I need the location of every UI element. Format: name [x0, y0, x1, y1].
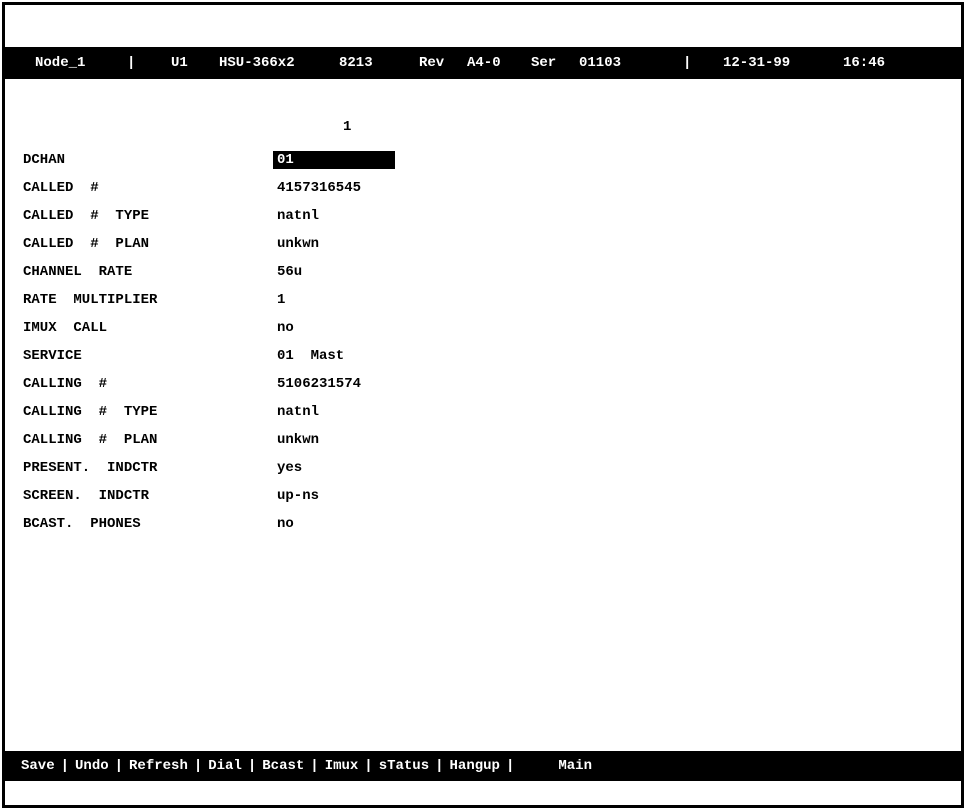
- table-row[interactable]: SCREEN. INDCTR up-ns: [23, 487, 923, 515]
- field-value[interactable]: natnl: [273, 207, 323, 225]
- field-label: PRESENT. INDCTR: [23, 460, 158, 476]
- field-value[interactable]: 5106231574: [273, 375, 365, 393]
- menu-separator: |: [114, 758, 124, 774]
- field-label: RATE MULTIPLIER: [23, 292, 158, 308]
- field-value[interactable]: 56u: [273, 263, 306, 281]
- field-value[interactable]: 01 Mast: [273, 347, 348, 365]
- field-label: SERVICE: [23, 348, 82, 364]
- field-value[interactable]: unkwn: [273, 431, 323, 449]
- menu-separator: |: [60, 758, 70, 774]
- table-row[interactable]: PRESENT. INDCTR yes: [23, 459, 923, 487]
- table-row[interactable]: CALLED # 4157316545: [23, 179, 923, 207]
- rev-label: Rev: [419, 55, 445, 71]
- menu-item-status[interactable]: sTatus: [379, 758, 429, 774]
- table-row[interactable]: CALLED # TYPE natnl: [23, 207, 923, 235]
- header-date: 12-31-99: [723, 55, 791, 71]
- header-time: 16:46: [843, 55, 886, 71]
- slot-id: U1: [171, 55, 188, 71]
- table-row[interactable]: CALLED # PLAN unkwn: [23, 235, 923, 263]
- field-label: BCAST. PHONES: [23, 516, 141, 532]
- field-value[interactable]: natnl: [273, 403, 323, 421]
- field-value[interactable]: no: [273, 319, 298, 337]
- serial-number: 01103: [579, 55, 622, 71]
- field-value[interactable]: yes: [273, 459, 306, 477]
- menu-separator: |: [505, 758, 515, 774]
- menu-item-undo[interactable]: Undo: [75, 758, 109, 774]
- menu-item-dial[interactable]: Dial: [208, 758, 242, 774]
- table-row[interactable]: CALLING # TYPE natnl: [23, 403, 923, 431]
- command-menu: Save | Undo | Refresh | Dial | Bcast | Imux | sTatus…: [21, 758, 592, 774]
- table-row[interactable]: IMUX CALL no: [23, 319, 923, 347]
- parameter-table: DCHAN 01 CALLED # 4157316545 CALLED # TYPE na…: [23, 151, 923, 543]
- menu-item-bcast[interactable]: Bcast: [262, 758, 304, 774]
- field-label: IMUX CALL: [23, 320, 108, 336]
- menu-item-save[interactable]: Save: [21, 758, 55, 774]
- menu-separator: |: [193, 758, 203, 774]
- field-label: CALLING #: [23, 376, 108, 392]
- table-row[interactable]: BCAST. PHONES no: [23, 515, 923, 543]
- field-label: SCREEN. INDCTR: [23, 488, 150, 504]
- terminal-screen: Node_1 | U1 HSU-366x2 8213 Rev A4-0 Ser …: [2, 2, 964, 808]
- table-row[interactable]: CALLING # PLAN unkwn: [23, 431, 923, 459]
- menu-item-refresh[interactable]: Refresh: [129, 758, 188, 774]
- field-value[interactable]: 1: [273, 291, 289, 309]
- field-label: CHANNEL RATE: [23, 264, 133, 280]
- menu-separator: |: [435, 758, 444, 774]
- field-label: CALLED #: [23, 180, 99, 196]
- card-type: HSU-366x2: [219, 55, 295, 71]
- node-name: Node_1: [35, 55, 86, 71]
- table-row[interactable]: CHANNEL RATE 56u: [23, 263, 923, 291]
- table-row[interactable]: CALLING # 5106231574: [23, 375, 923, 403]
- field-value[interactable]: 4157316545: [273, 179, 365, 197]
- field-value[interactable]: unkwn: [273, 235, 323, 253]
- menu-separator: |: [247, 758, 257, 774]
- column-header-1: 1: [343, 119, 352, 135]
- field-value[interactable]: no: [273, 515, 298, 533]
- header-separator: |: [127, 55, 136, 71]
- serial-label: Ser: [531, 55, 557, 71]
- field-label: CALLING # TYPE: [23, 404, 158, 420]
- field-label: CALLED # TYPE: [23, 208, 150, 224]
- table-row[interactable]: SERVICE 01 Mast: [23, 347, 923, 375]
- field-value[interactable]: up-ns: [273, 487, 323, 505]
- table-row[interactable]: DCHAN 01: [23, 151, 923, 179]
- menu-separator: |: [310, 758, 319, 774]
- menu-separator: |: [364, 758, 373, 774]
- field-label: CALLING # PLAN: [23, 432, 158, 448]
- field-label: DCHAN: [23, 152, 66, 168]
- menu-item-main[interactable]: Main: [558, 758, 592, 774]
- menu-item-imux[interactable]: Imux: [325, 758, 359, 774]
- field-value-selected[interactable]: 01: [273, 151, 395, 169]
- menu-item-hangup[interactable]: Hangup: [450, 758, 500, 774]
- field-label: CALLED # PLAN: [23, 236, 150, 252]
- revision: A4-0: [467, 55, 501, 71]
- header-separator: |: [683, 55, 692, 71]
- card-code: 8213: [339, 55, 373, 71]
- table-row[interactable]: RATE MULTIPLIER 1: [23, 291, 923, 319]
- command-menu-bar: Save | Undo | Refresh | Dial | Bcast | Imux | sTatus…: [5, 751, 961, 781]
- status-header-bar: Node_1 | U1 HSU-366x2 8213 Rev A4-0 Ser …: [5, 47, 961, 79]
